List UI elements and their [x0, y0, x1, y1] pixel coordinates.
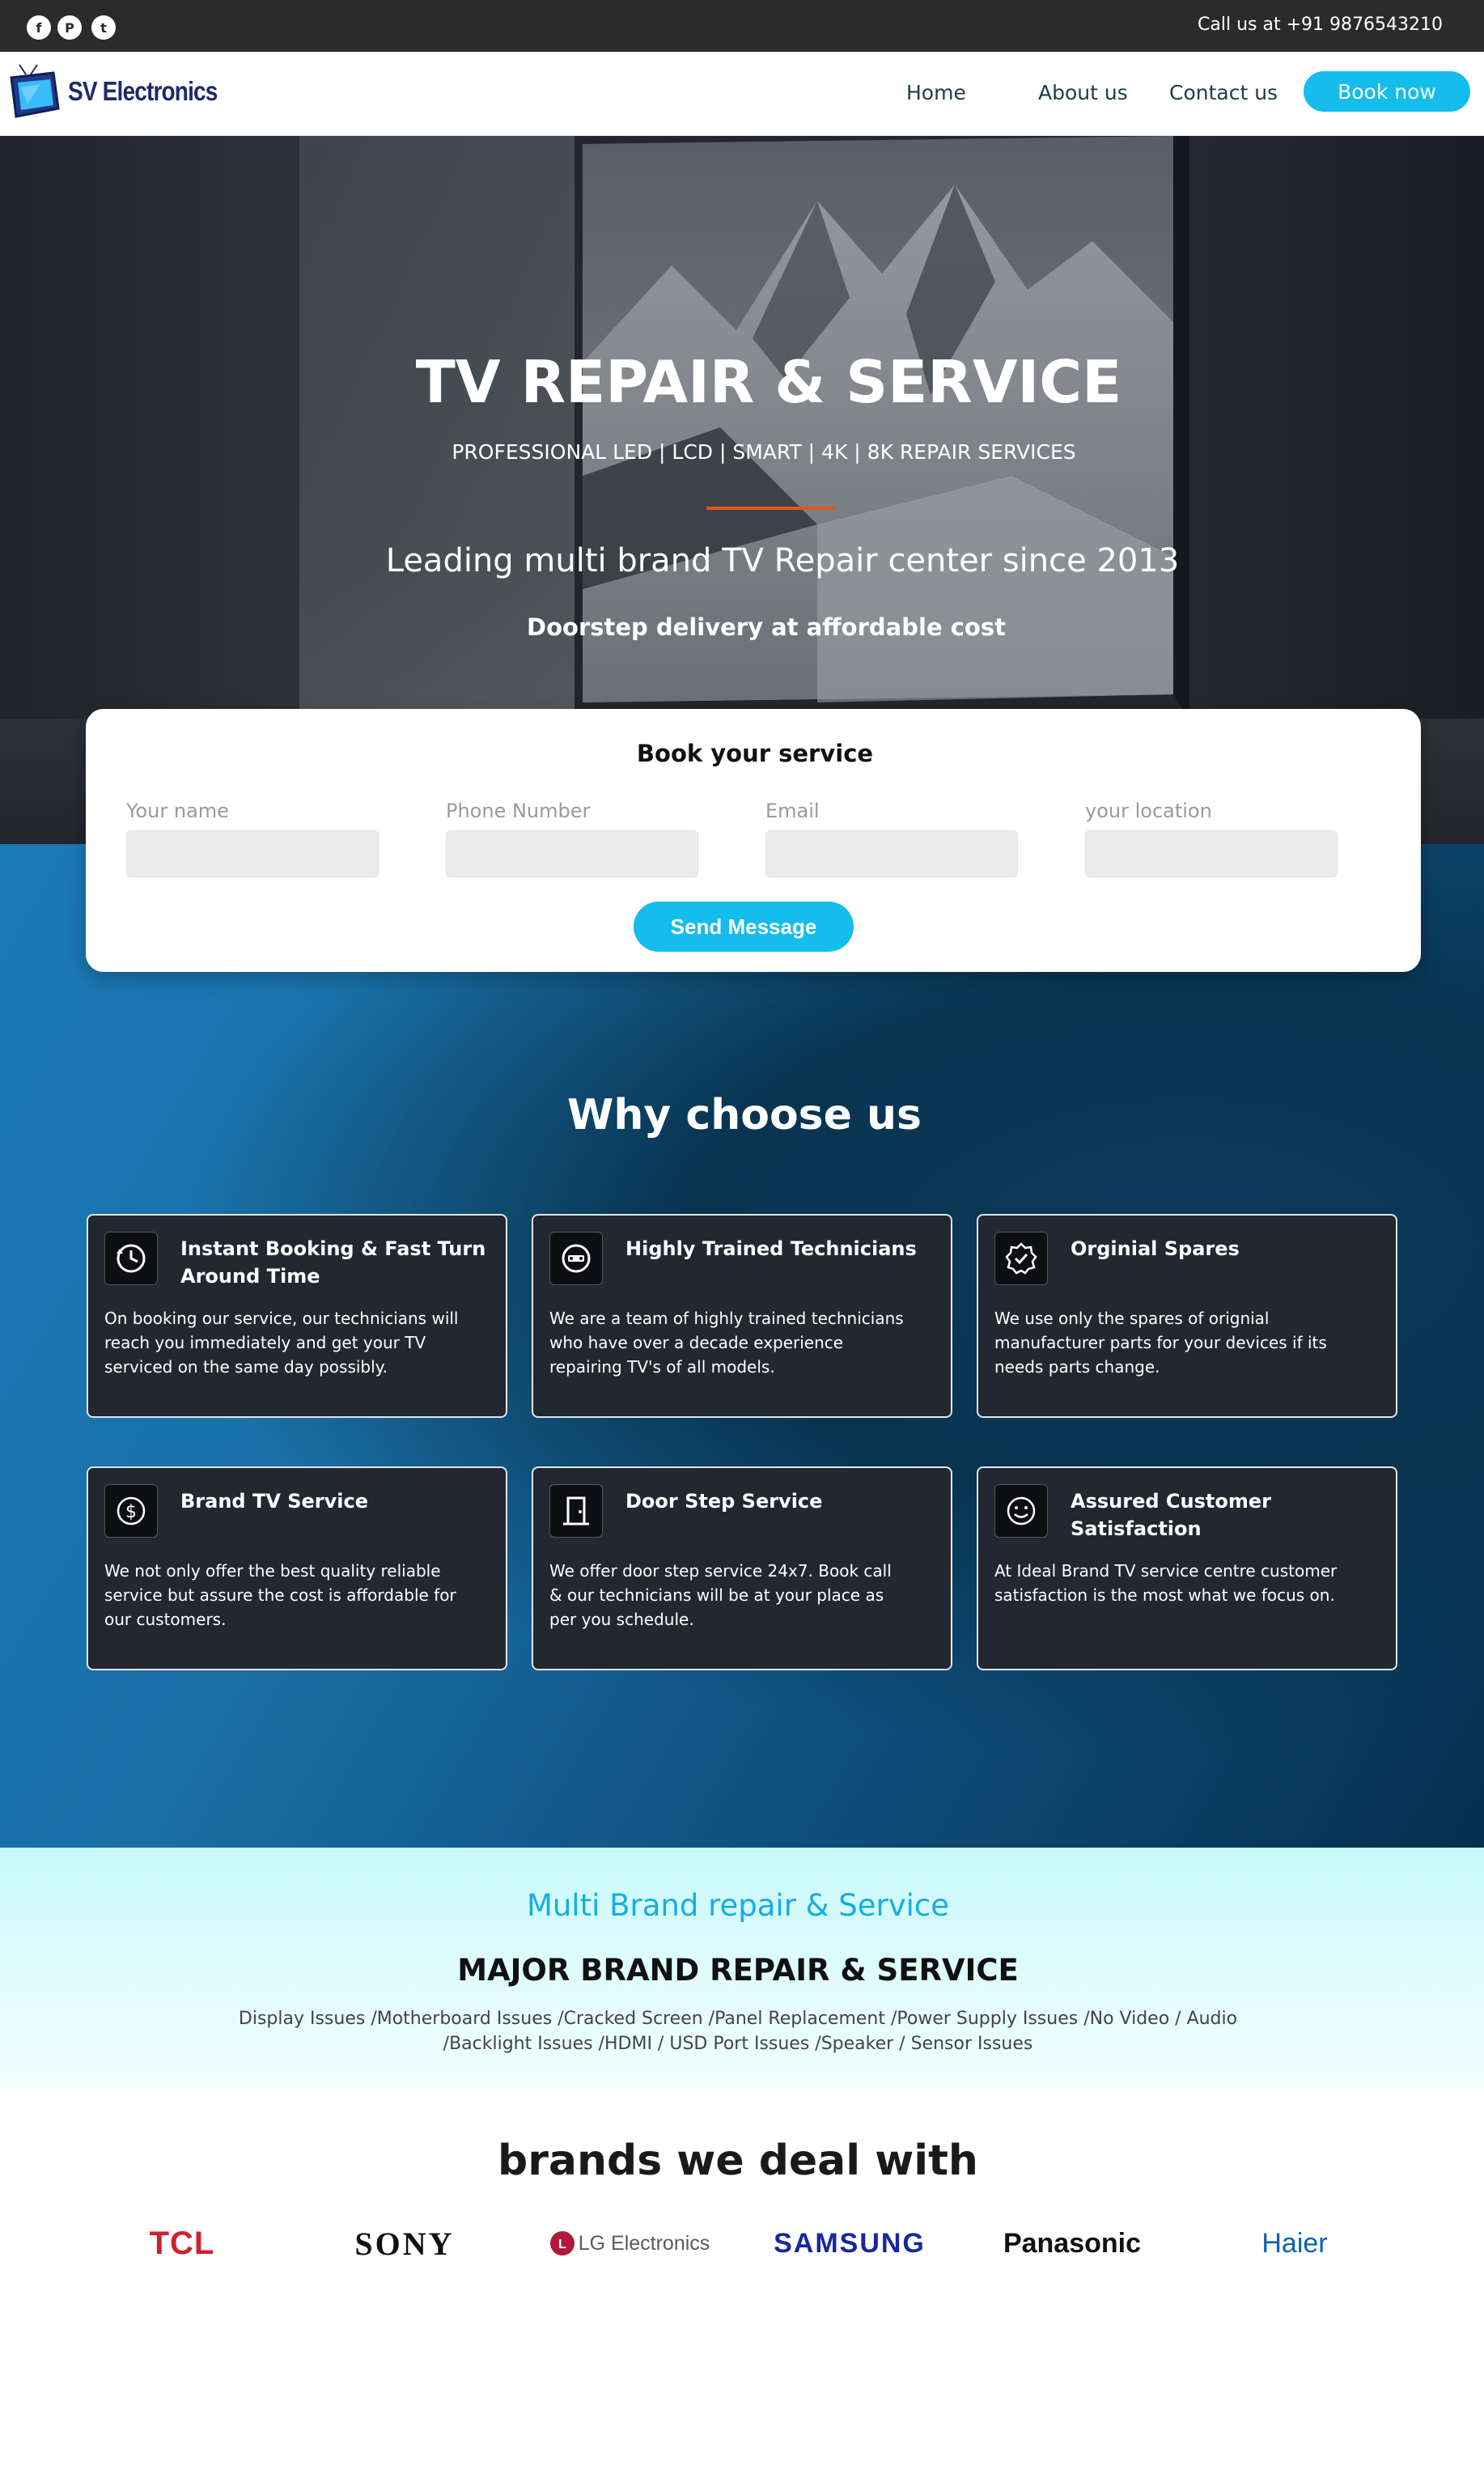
- hero-subtitle: PROFESSIONAL LED | LCD | SMART | 4K | 8K…: [452, 440, 1076, 464]
- technician-icon: [549, 1232, 603, 1285]
- brand-name: Haier: [1261, 2227, 1328, 2259]
- brand-name: SAMSUNG: [774, 2227, 926, 2259]
- brand-name: TCL: [149, 2225, 215, 2261]
- card-text: On booking our service, our technicians …: [104, 1309, 459, 1377]
- nav-about-us[interactable]: About us: [1038, 79, 1128, 108]
- brand-logo-sony: SONY: [332, 2223, 477, 2264]
- why-choose-us-section: Why choose us Instant Booking & Fast Tur…: [0, 844, 1484, 1848]
- logo-text[interactable]: SV Electronics: [68, 76, 218, 107]
- main-nav: SV Electronics Home About us Contact us …: [0, 52, 1484, 136]
- booking-card: Book your service Your name Phone Number…: [86, 709, 1421, 972]
- brands-title: brands we deal with: [498, 2137, 978, 2185]
- name-label: Your name: [126, 800, 229, 822]
- brand-logo-tcl: TCL: [138, 2223, 227, 2264]
- top-bar: f P t Call us at +91 9876543210: [0, 0, 1484, 52]
- phone-label: Phone Number: [446, 800, 591, 822]
- multi-brand-title: Multi Brand repair & Service: [526, 1888, 950, 1923]
- brand-name: SONY: [354, 2225, 455, 2262]
- dollar-icon: $: [104, 1484, 158, 1538]
- hero-divider: [706, 507, 836, 510]
- card-text: At Ideal Brand TV service centre custome…: [994, 1561, 1338, 1605]
- email-input[interactable]: [765, 830, 1018, 877]
- phone-input[interactable]: [446, 830, 698, 877]
- badge-check-icon: [994, 1232, 1048, 1285]
- svg-text:$: $: [125, 1502, 137, 1522]
- brand-logo-lg: L LG Electronics: [541, 2223, 719, 2264]
- major-brand-heading: MAJOR BRAND REPAIR & SERVICE: [457, 1953, 1019, 1988]
- booking-title: Book your service: [636, 740, 874, 767]
- brand-logo-haier: Haier: [1250, 2223, 1339, 2264]
- tv-logo-icon[interactable]: [8, 63, 61, 121]
- hero-lead-text: Leading multi brand TV Repair center sin…: [385, 542, 1180, 579]
- hero-tagline: Doorstep delivery at affordable cost: [527, 613, 1006, 641]
- card-text: We use only the spares of orignial manuf…: [994, 1309, 1327, 1377]
- card-title: Brand TV Service: [180, 1490, 369, 1513]
- brand-logo-samsung: SAMSUNG: [765, 2223, 935, 2264]
- email-label: Email: [765, 800, 820, 822]
- card-title: Highly Trained Technicians: [625, 1237, 917, 1260]
- location-input[interactable]: [1085, 830, 1338, 877]
- lg-logo-icon: L: [549, 2231, 575, 2255]
- nav-contact-us[interactable]: Contact us: [1169, 79, 1278, 108]
- door-icon: [549, 1484, 603, 1538]
- smiley-icon: [994, 1484, 1048, 1538]
- feature-card: Instant Booking & Fast Turn Around Time …: [87, 1214, 507, 1418]
- brand-logo-panasonic: Panasonic: [987, 2223, 1157, 2264]
- send-message-button[interactable]: Send Message: [634, 902, 854, 952]
- call-us-text[interactable]: Call us at +91 9876543210: [1198, 13, 1443, 37]
- location-label: your location: [1085, 800, 1212, 822]
- card-text: We are a team of highly trained technici…: [549, 1309, 904, 1377]
- card-text: We not only offer the best quality relia…: [104, 1561, 456, 1629]
- brand-name: Panasonic: [1003, 2227, 1142, 2259]
- card-title: Orginial Spares: [1071, 1237, 1240, 1260]
- hero-title: TV REPAIR & SERVICE: [415, 348, 1122, 416]
- pinterest-icon[interactable]: P: [57, 15, 82, 40]
- feature-card: Orginial Spares We use only the spares o…: [977, 1214, 1397, 1418]
- why-title: Why choose us: [567, 1091, 922, 1139]
- card-text: We offer door step service 24x7. Book ca…: [549, 1561, 892, 1629]
- facebook-icon[interactable]: f: [27, 15, 51, 40]
- feature-card: Door Step Service We offer door step ser…: [532, 1466, 952, 1670]
- clock-icon: [104, 1232, 158, 1285]
- card-title: Door Step Service: [625, 1490, 823, 1513]
- repair-issues-list: Display Issues /Motherboard Issues /Crac…: [238, 2009, 1238, 2054]
- card-title: Instant Booking & Fast Turn Around Time: [180, 1237, 486, 1288]
- twitter-icon[interactable]: t: [91, 15, 116, 40]
- nav-home[interactable]: Home: [906, 79, 966, 108]
- name-input[interactable]: [126, 830, 379, 877]
- multi-brand-section: Multi Brand repair & Service MAJOR BRAND…: [0, 1848, 1484, 2089]
- brand-name: LG Electronics: [578, 2231, 710, 2255]
- feature-card: $ Brand TV Service We not only offer the…: [87, 1466, 507, 1670]
- card-title: Assured Customer Satisfaction: [1071, 1490, 1271, 1540]
- feature-card: Assured Customer Satisfaction At Ideal B…: [977, 1466, 1397, 1670]
- svg-text:L: L: [558, 2238, 566, 2251]
- feature-card: Highly Trained Technicians We are a team…: [532, 1214, 952, 1418]
- book-now-button[interactable]: Book now: [1304, 71, 1470, 112]
